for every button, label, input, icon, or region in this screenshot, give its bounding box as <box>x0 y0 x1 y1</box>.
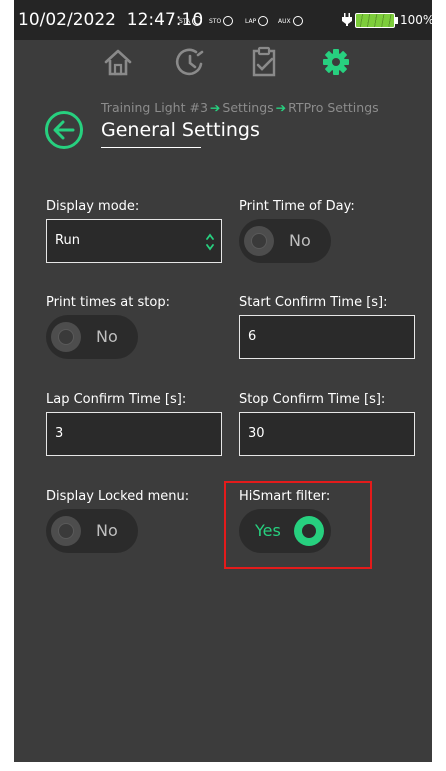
indicator-label: STO <box>209 17 222 25</box>
plug-icon <box>342 13 352 26</box>
breadcrumb-settings[interactable]: Settings <box>222 100 273 115</box>
indicator-lap: LAP <box>245 16 269 26</box>
stop-confirm-time-label: Stop Confirm Time [s]: <box>239 392 386 407</box>
print-time-of-day-label: Print Time of Day: <box>239 199 355 214</box>
indicator-sta: STA <box>179 16 203 26</box>
breadcrumb-device[interactable]: Training Light #3 <box>101 100 208 115</box>
toggle-knob <box>51 322 81 352</box>
indicator-aux: AUX <box>278 16 303 26</box>
indicator-circle-icon <box>292 16 303 26</box>
highlight-box <box>224 481 372 569</box>
timer-icon[interactable] <box>174 46 206 78</box>
print-time-of-day-toggle[interactable]: No <box>239 219 331 263</box>
device-screen: 10/02/2022 12:47:10 STA STO LAP AUX 100% <box>14 0 435 762</box>
indicator-label: AUX <box>278 17 291 25</box>
title-underline <box>101 147 201 148</box>
select-updown-icon <box>206 233 214 251</box>
gear-icon[interactable] <box>320 46 352 78</box>
display-locked-menu-label: Display Locked menu: <box>46 489 190 504</box>
clipboard-icon[interactable] <box>248 46 280 78</box>
print-times-at-stop-label: Print times at stop: <box>46 295 170 310</box>
breadcrumb: Training Light #3 ➔ Settings ➔ RTPro Setting… <box>101 100 379 115</box>
page-title: General Settings <box>101 119 260 141</box>
indicator-label: STA <box>179 17 191 25</box>
print-times-at-stop-toggle[interactable]: No <box>46 315 138 359</box>
battery-icon <box>355 13 395 28</box>
status-date: 10/02/2022 <box>18 10 116 30</box>
toggle-knob <box>244 226 274 256</box>
lap-confirm-time-label: Lap Confirm Time [s]: <box>46 392 187 407</box>
toggle-state-label: No <box>96 327 118 346</box>
back-arrow-icon[interactable] <box>44 110 84 150</box>
status-datetime: 10/02/2022 12:47:10 <box>18 10 203 30</box>
indicator-circle-icon <box>258 16 269 26</box>
toggle-state-label: No <box>96 521 118 540</box>
indicator-sto: STO <box>209 16 234 26</box>
status-bar: 10/02/2022 12:47:10 STA STO LAP AUX 100% <box>14 0 435 40</box>
breadcrumb-arrow-icon: ➔ <box>209 100 221 115</box>
indicator-label: LAP <box>245 17 257 25</box>
breadcrumb-arrow-icon: ➔ <box>275 100 287 115</box>
toggle-knob <box>51 516 81 546</box>
display-mode-value: Run <box>55 233 80 248</box>
stop-confirm-time-input[interactable]: 30 <box>239 412 415 456</box>
display-mode-label: Display mode: <box>46 199 140 214</box>
battery-percent: 100% <box>400 13 435 27</box>
home-icon[interactable] <box>102 46 134 78</box>
display-mode-select[interactable]: Run <box>46 219 222 263</box>
lap-confirm-time-input[interactable]: 3 <box>46 412 222 456</box>
breadcrumb-rtpro-settings[interactable]: RTPro Settings <box>288 100 379 115</box>
indicator-circle-icon <box>223 16 234 26</box>
start-confirm-time-label: Start Confirm Time [s]: <box>239 295 388 310</box>
start-confirm-time-input[interactable]: 6 <box>239 315 415 359</box>
indicator-circle-icon <box>192 16 203 26</box>
toggle-state-label: No <box>289 231 311 250</box>
battery-tip <box>395 17 398 24</box>
display-locked-menu-toggle[interactable]: No <box>46 509 138 553</box>
